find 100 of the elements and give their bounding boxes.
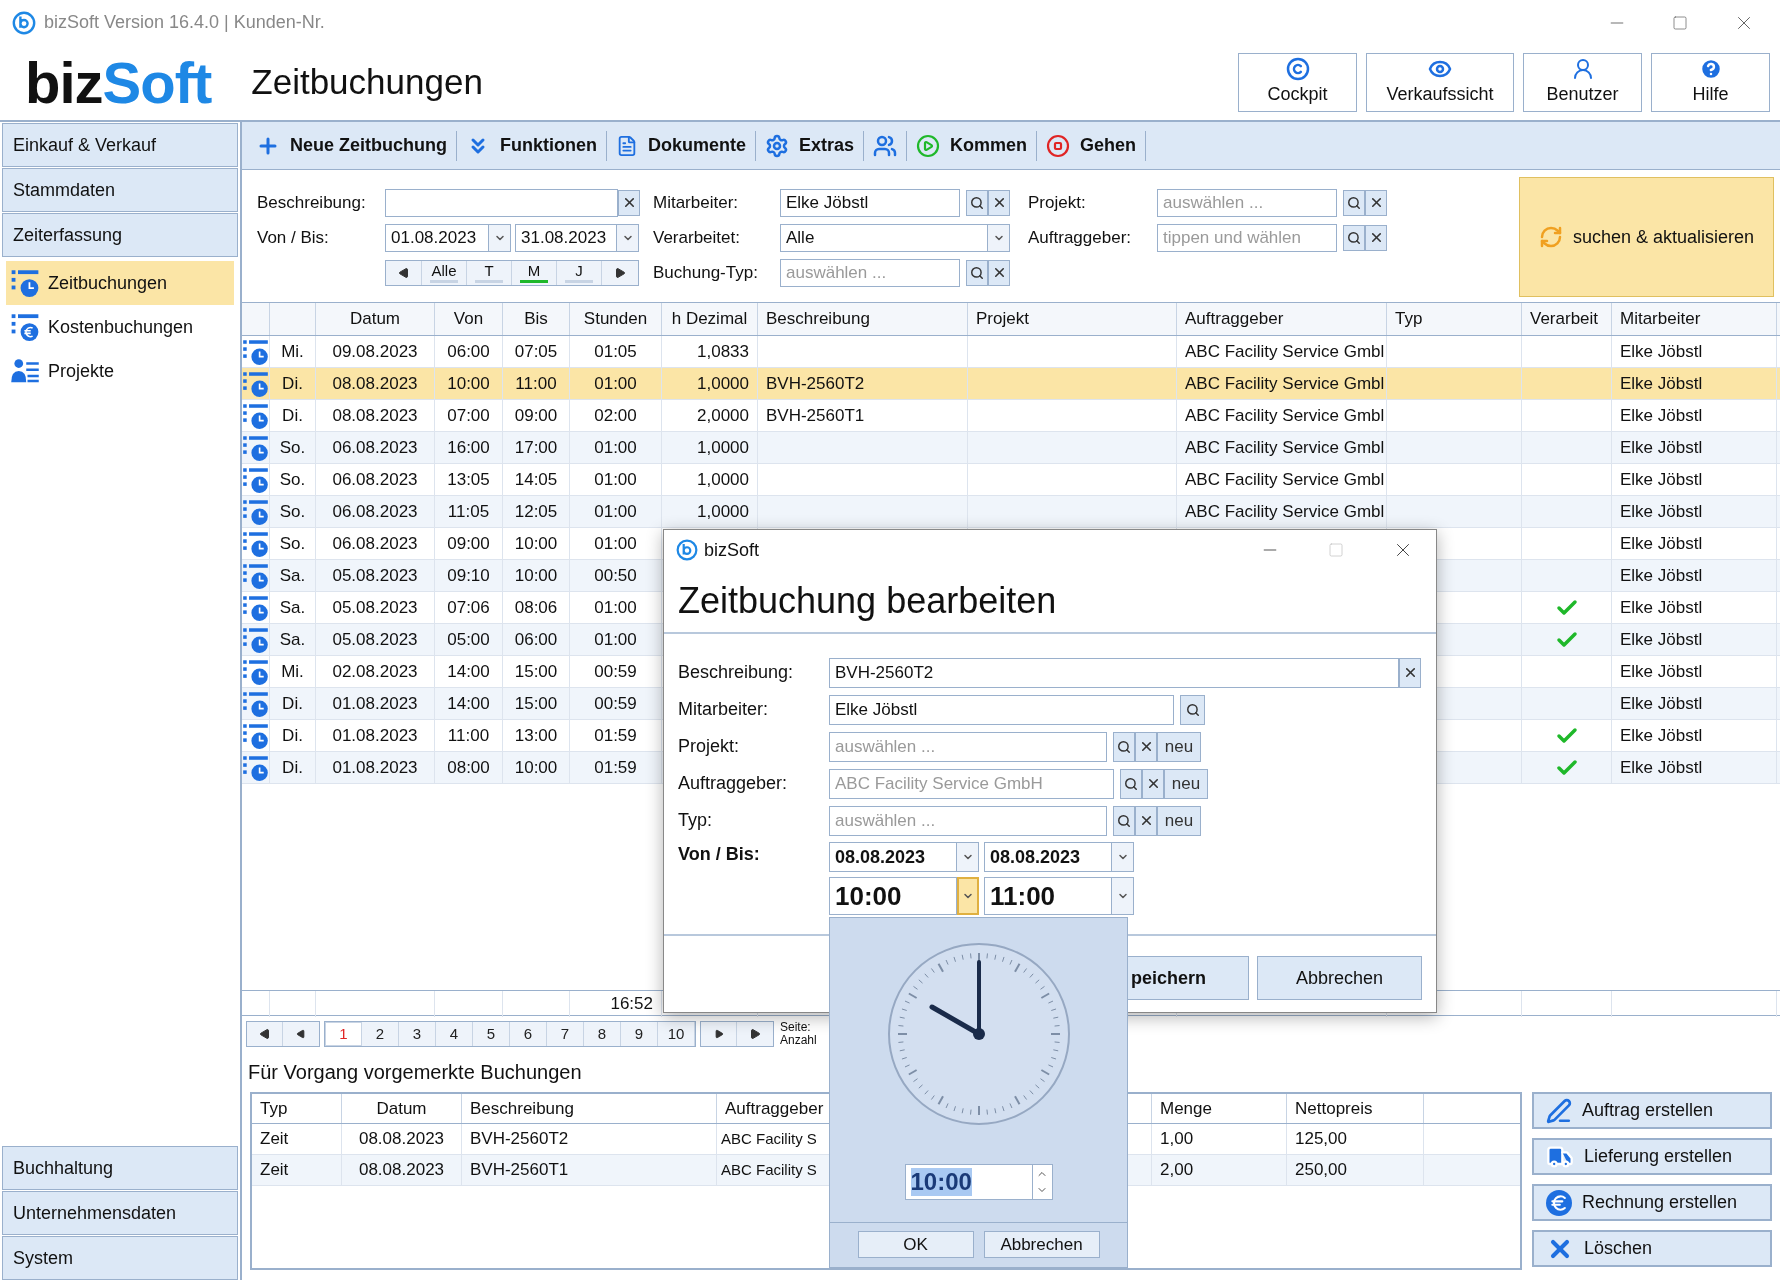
- table-cell-text: Zeit: [260, 1159, 289, 1182]
- table-cell-text: So.: [279, 532, 306, 555]
- table-cell-text: 1,0833: [697, 340, 749, 363]
- field-label: Verarbeitet:: [653, 226, 741, 249]
- table-cell-text: 05.08.2023: [332, 596, 418, 619]
- table-cell-text: ABC Facility Service Gmbl: [1185, 436, 1385, 459]
- table-cell-text: 07:06: [447, 596, 490, 619]
- page-title: Zeitbuchungen: [251, 61, 483, 104]
- table-cell-text: 06.08.2023: [332, 436, 418, 459]
- table-cell-text: 13:00: [514, 724, 558, 747]
- field-label: Buchung-Typ:: [653, 261, 759, 284]
- field-label: Projekt:: [678, 735, 741, 758]
- table-cell-text: 250,00: [1295, 1159, 1347, 1182]
- table-cell-text: 08.08.2023: [332, 404, 418, 427]
- table-cell-text: 01.08.2023: [332, 756, 418, 779]
- table-cell-text: 01:00: [594, 532, 637, 555]
- table-cell-text: 15:00: [514, 692, 558, 715]
- table-cell-text: 01:00: [594, 500, 637, 523]
- table-cell-text: 01:00: [594, 596, 637, 619]
- dialog-app-name: bizSoft: [704, 538, 760, 562]
- table-cell-text: 01:00: [594, 372, 637, 395]
- table-cell-text: Sa.: [279, 628, 306, 651]
- table-cell-text: 02:00: [594, 404, 637, 427]
- table-cell-text: 08.08.2023: [358, 1159, 445, 1182]
- table-cell-text: 01:00: [594, 436, 637, 459]
- table-cell-text: 11:05: [447, 500, 490, 523]
- table-cell-text: Elke Jöbstl: [1620, 564, 1703, 587]
- field-label: Von / Bis:: [678, 843, 761, 866]
- table-cell-text: 06:00: [514, 628, 558, 651]
- table-cell-text: 05:00: [447, 628, 490, 651]
- table-cell-text: 12:05: [514, 500, 558, 523]
- field-label: Beschreibung:: [257, 191, 367, 214]
- table-cell-text: Di.: [282, 372, 303, 395]
- table-cell-text: 17:00: [514, 436, 558, 459]
- table-cell-text: 10:00: [514, 756, 558, 779]
- table-cell-text: 1,0000: [697, 468, 749, 491]
- table-cell-text: ABC Facility Service Gmbl: [1185, 372, 1385, 395]
- table-cell-text: 13:05: [447, 468, 490, 491]
- table-cell-text: 00:59: [594, 692, 637, 715]
- table-cell-text: 10:00: [447, 372, 490, 395]
- table-cell-text: 01:00: [594, 468, 637, 491]
- table-cell-text: 01:59: [594, 724, 637, 747]
- table-cell-text: 08.08.2023: [332, 372, 418, 395]
- table-cell-text: 09:10: [447, 564, 490, 587]
- bizsoft-logo: bizSoft: [25, 53, 212, 112]
- table-cell-text: BVH-2560T2: [766, 372, 865, 395]
- field-label: Projekt:: [1028, 191, 1087, 214]
- table-cell-text: 10:00: [514, 532, 558, 555]
- table-cell-text: Di.: [282, 404, 303, 427]
- table-cell-text: Di.: [282, 756, 303, 779]
- table-cell-text: 1,0000: [697, 372, 749, 395]
- table-cell-text: Sa.: [279, 564, 306, 587]
- table-cell-text: 2,0000: [697, 404, 749, 427]
- table-cell-text: 1,00: [1160, 1128, 1194, 1151]
- table-cell-text: ABC Facility S: [721, 1128, 817, 1149]
- table-cell-text: 01:05: [594, 340, 637, 363]
- table-cell-text: So.: [279, 500, 306, 523]
- table-cell-text: ABC Facility Service Gmbl: [1185, 468, 1385, 491]
- table-cell-text: Di.: [282, 724, 303, 747]
- table-cell-text: ABC Facility S: [721, 1159, 817, 1180]
- window-title: bizSoft Version 16.4.0 | Kunden-Nr.: [44, 11, 325, 34]
- table-cell-text: Elke Jöbstl: [1620, 372, 1703, 395]
- table-cell-text: Elke Jöbstl: [1620, 500, 1703, 523]
- table-cell-text: ABC Facility Service Gmbl: [1185, 404, 1385, 427]
- table-cell-text: BVH-2560T1: [766, 404, 865, 427]
- table-cell-text: Elke Jöbstl: [1620, 436, 1703, 459]
- table-cell-text: Elke Jöbstl: [1620, 596, 1703, 619]
- table-cell-text: Elke Jöbstl: [1620, 468, 1703, 491]
- total-hours: 16:52: [610, 993, 653, 1015]
- table-cell-text: 00:59: [594, 660, 637, 683]
- table-cell-text: Elke Jöbstl: [1620, 692, 1703, 715]
- table-cell-text: Elke Jöbstl: [1620, 628, 1703, 651]
- table-cell-text: 06.08.2023: [332, 468, 418, 491]
- section-title: Für Vorgang vorgemerkte Buchungen: [248, 1060, 582, 1085]
- table-cell-text: 11:00: [447, 724, 490, 747]
- table-cell-text: 14:00: [447, 692, 490, 715]
- field-label: Mitarbeiter:: [678, 698, 770, 721]
- pager-info: Seite:: [780, 1021, 812, 1034]
- table-cell-text: BVH-2560T2: [470, 1128, 569, 1151]
- table-cell-text: 09:00: [447, 532, 490, 555]
- field-label: Auftraggeber:: [1028, 226, 1132, 249]
- table-cell-text: 00:50: [594, 564, 637, 587]
- table-cell-text: 09:00: [514, 404, 558, 427]
- table-cell-text: 05.08.2023: [332, 564, 418, 587]
- table-cell-text: 08:00: [447, 756, 490, 779]
- pager-info: Anzahl: [780, 1034, 817, 1047]
- field-label: Auftraggeber:: [678, 772, 789, 795]
- field-label: Von / Bis:: [257, 226, 330, 249]
- table-cell-text: Elke Jöbstl: [1620, 340, 1703, 363]
- table-cell-text: 01.08.2023: [332, 692, 418, 715]
- table-cell-text: BVH-2560T1: [470, 1159, 569, 1182]
- table-cell-text: So.: [279, 468, 306, 491]
- table-cell-text: Mi.: [281, 340, 304, 363]
- table-cell-text: Sa.: [279, 596, 306, 619]
- table-cell-text: 06:00: [447, 340, 490, 363]
- table-cell-text: 08:06: [514, 596, 558, 619]
- table-cell-text: 07:05: [514, 340, 558, 363]
- field-label: Mitarbeiter:: [653, 191, 740, 214]
- table-cell-text: Elke Jöbstl: [1620, 660, 1703, 683]
- field-label: Typ:: [678, 809, 713, 832]
